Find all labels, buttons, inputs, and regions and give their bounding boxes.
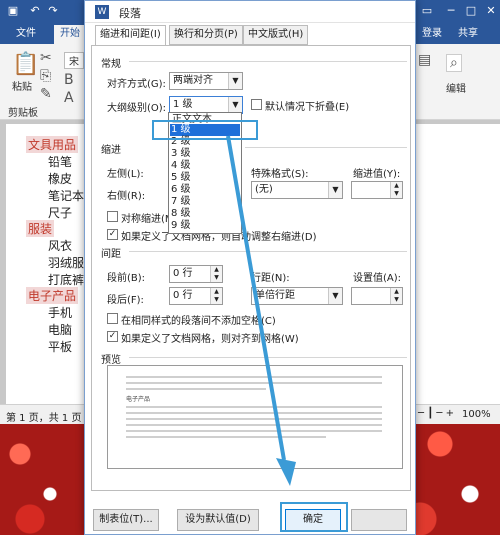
arrow-shaft <box>226 135 286 461</box>
annotation-arrow <box>226 135 296 486</box>
arrow-head <box>276 458 296 486</box>
